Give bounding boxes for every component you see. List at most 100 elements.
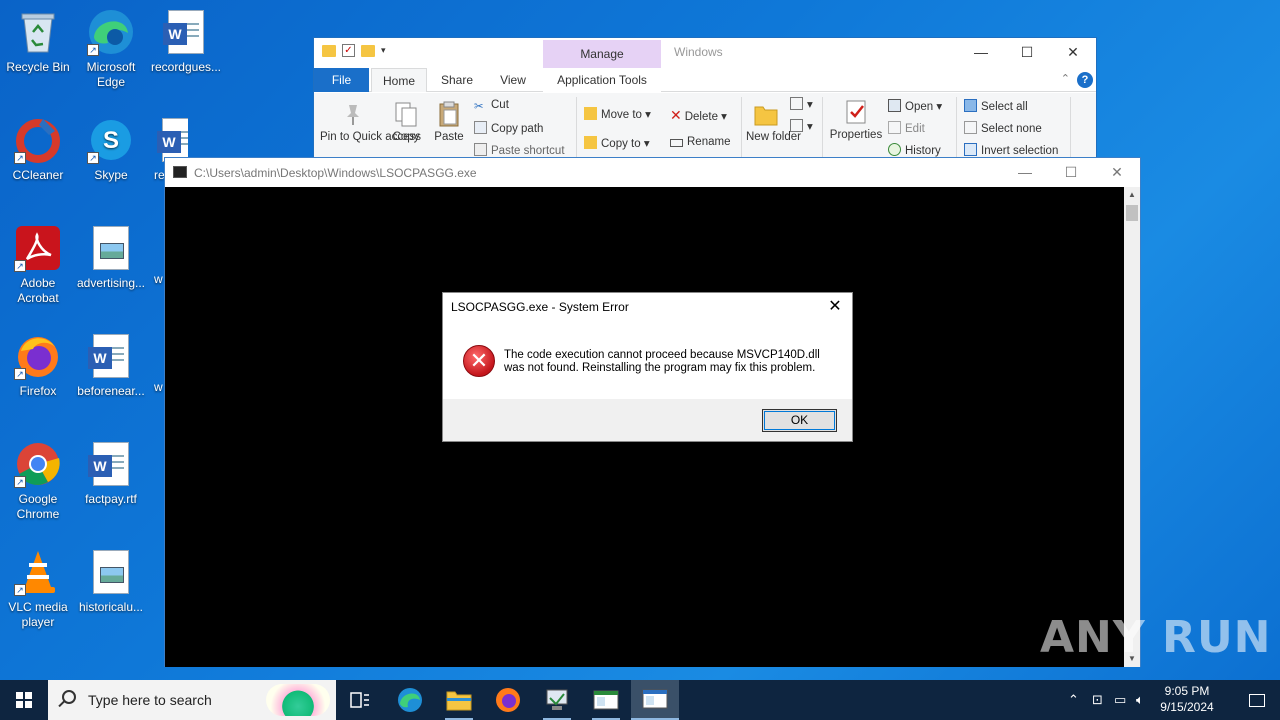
task-view-button[interactable] [336,680,384,720]
copy-to-button[interactable]: Copy to ▾ [584,136,650,150]
desktop-icon-advertising[interactable]: advertising... [73,224,149,291]
copy-to-icon [584,136,597,149]
pin-quick-access-button[interactable]: Pin to Quick access [320,101,421,143]
new-folder-icon [753,101,779,127]
scissors-icon: ✂ [474,101,484,113]
notification-center-button[interactable] [1234,680,1280,720]
desktop-icon-partial-w2[interactable]: w [148,380,164,395]
desktop-icon-acrobat[interactable]: ↗ Adobe Acrobat [0,224,76,306]
help-icon[interactable]: ? [1077,72,1093,88]
ribbon-separator [1070,97,1071,159]
select-none-button[interactable]: Select none [964,121,1042,135]
taskbar-console-app[interactable] [582,680,630,720]
open-button[interactable]: Open ▾ [888,99,942,113]
new-folder-button[interactable]: New folder [746,101,801,143]
manage-tab[interactable]: Manage [543,40,661,68]
search-icon [62,690,76,704]
scroll-up-icon[interactable]: ▲ [1124,187,1140,203]
desktop-icon-historicalu[interactable]: historicalu... [73,548,149,615]
word-doc-icon: W [162,8,210,56]
tab-application-tools[interactable]: Application Tools [543,68,661,92]
network-icon[interactable]: ▭ [1114,692,1126,708]
taskbar-search-box[interactable]: Type here to search [48,680,336,720]
close-icon[interactable]: ✕ [1094,158,1140,186]
ok-button[interactable]: OK [762,409,837,432]
properties-check-icon[interactable]: ✓ [342,44,355,57]
ribbon-tabs: File Home Share View Application Tools ⌃… [314,68,1096,92]
desktop-icon-partial-w1[interactable]: w [148,272,164,287]
dialog-title: LSOCPASGG.exe - System Error [451,300,629,314]
new-item-button[interactable]: ▾ [790,97,813,111]
properties-button[interactable]: Properties [828,99,884,141]
show-hidden-icons-chevron-icon[interactable]: ⌃ [1068,692,1079,708]
desktop-icon-label: Adobe Acrobat [17,276,59,305]
edge-icon: ↗ [87,8,135,56]
taskbar-clock[interactable]: 9:05 PM 9/15/2024 [1152,683,1222,715]
image-file-icon [87,224,135,272]
collapse-ribbon-icon[interactable]: ⌃ [1061,72,1070,85]
desktop-icon-label: VLC media player [8,600,68,629]
cut-button[interactable]: ✂ Cut [474,99,509,113]
pin-icon [340,101,366,127]
desktop-icon-vlc[interactable]: ↗ VLC media player [0,548,76,630]
paste-shortcut-button[interactable]: Paste shortcut [474,143,565,157]
desktop-icon-recycle-bin[interactable]: Recycle Bin [0,8,76,75]
taskbar-active-console[interactable] [631,680,679,720]
console-title-bar: C:\Users\admin\Desktop\Windows\LSOCPASGG… [165,158,1140,187]
delete-button[interactable]: ✕ Delete ▾ [670,107,727,124]
desktop-icon-label: w [154,380,163,394]
maximize-icon[interactable]: ☐ [1048,158,1094,186]
select-all-button[interactable]: Select all [964,99,1028,113]
desktop-icon-ccleaner[interactable]: ↗ CCleaner [0,116,76,183]
scroll-thumb[interactable] [1126,205,1138,221]
desktop-icon-factpay[interactable]: W factpay.rtf [73,440,149,507]
copy-button[interactable]: Copy [390,101,422,143]
history-button[interactable]: History [888,143,941,157]
ccleaner-icon: ↗ [14,116,62,164]
new-folder-icon[interactable] [361,44,375,57]
desktop-icon-firefox[interactable]: ↗ Firefox [0,332,76,399]
network-status-icon[interactable]: ⊡ [1092,692,1103,708]
ribbon-separator [741,97,742,159]
taskbar-edge[interactable] [386,680,434,720]
move-to-button[interactable]: Move to ▾ [584,107,651,121]
customize-dropdown-icon[interactable]: ▾ [381,45,386,56]
taskbar-firefox[interactable] [484,680,532,720]
tab-file[interactable]: File [314,68,369,92]
desktop-icon-recordgues[interactable]: W recordgues... [148,8,224,75]
desktop-icon-label: w [154,272,163,286]
shortcut-arrow-icon: ↗ [14,260,26,272]
rename-icon [670,139,683,147]
minimize-icon[interactable]: — [958,38,1004,66]
edit-button[interactable]: Edit [888,121,925,135]
invert-selection-button[interactable]: Invert selection [964,143,1058,157]
console-scrollbar[interactable]: ▲ ▼ [1124,187,1140,667]
start-button[interactable] [0,680,48,720]
close-icon[interactable]: ✕ [1050,38,1096,66]
desktop-icon-chrome[interactable]: ↗ Google Chrome [0,440,76,522]
open-icon [888,99,901,112]
maximize-icon[interactable]: ☐ [1004,38,1050,66]
tab-view[interactable]: View [489,68,537,92]
dialog-close-icon[interactable]: ✕ [822,295,848,319]
desktop-icon-edge[interactable]: ↗ Microsoft Edge [73,8,149,90]
desktop-icon-skype[interactable]: S ↗ Skype [73,116,149,183]
shortcut-arrow-icon: ↗ [14,476,26,488]
desktop-icon-beforenear[interactable]: W beforenear... [73,332,149,399]
rename-button[interactable]: Rename [670,136,730,148]
tab-share[interactable]: Share [432,68,482,92]
quick-access-toolbar: ✓ ▾ [322,44,386,57]
clock-time: 9:05 PM [1164,684,1210,698]
computer-app-icon [546,689,568,710]
desktop-icon-label: Skype [94,168,128,182]
taskbar-app-installer[interactable] [533,680,581,720]
folder-icon[interactable] [322,44,336,57]
tab-home[interactable]: Home [371,68,427,92]
taskbar-file-explorer[interactable] [435,680,483,720]
easy-access-button[interactable]: ▾ [790,119,813,133]
minimize-icon[interactable]: — [1002,158,1048,186]
volume-icon[interactable]: 🔈︎ [1136,692,1144,708]
dialog-message: The code execution cannot proceed becaus… [504,349,834,375]
copy-path-button[interactable]: Copy path [474,121,543,135]
paste-button[interactable]: Paste [432,101,466,143]
